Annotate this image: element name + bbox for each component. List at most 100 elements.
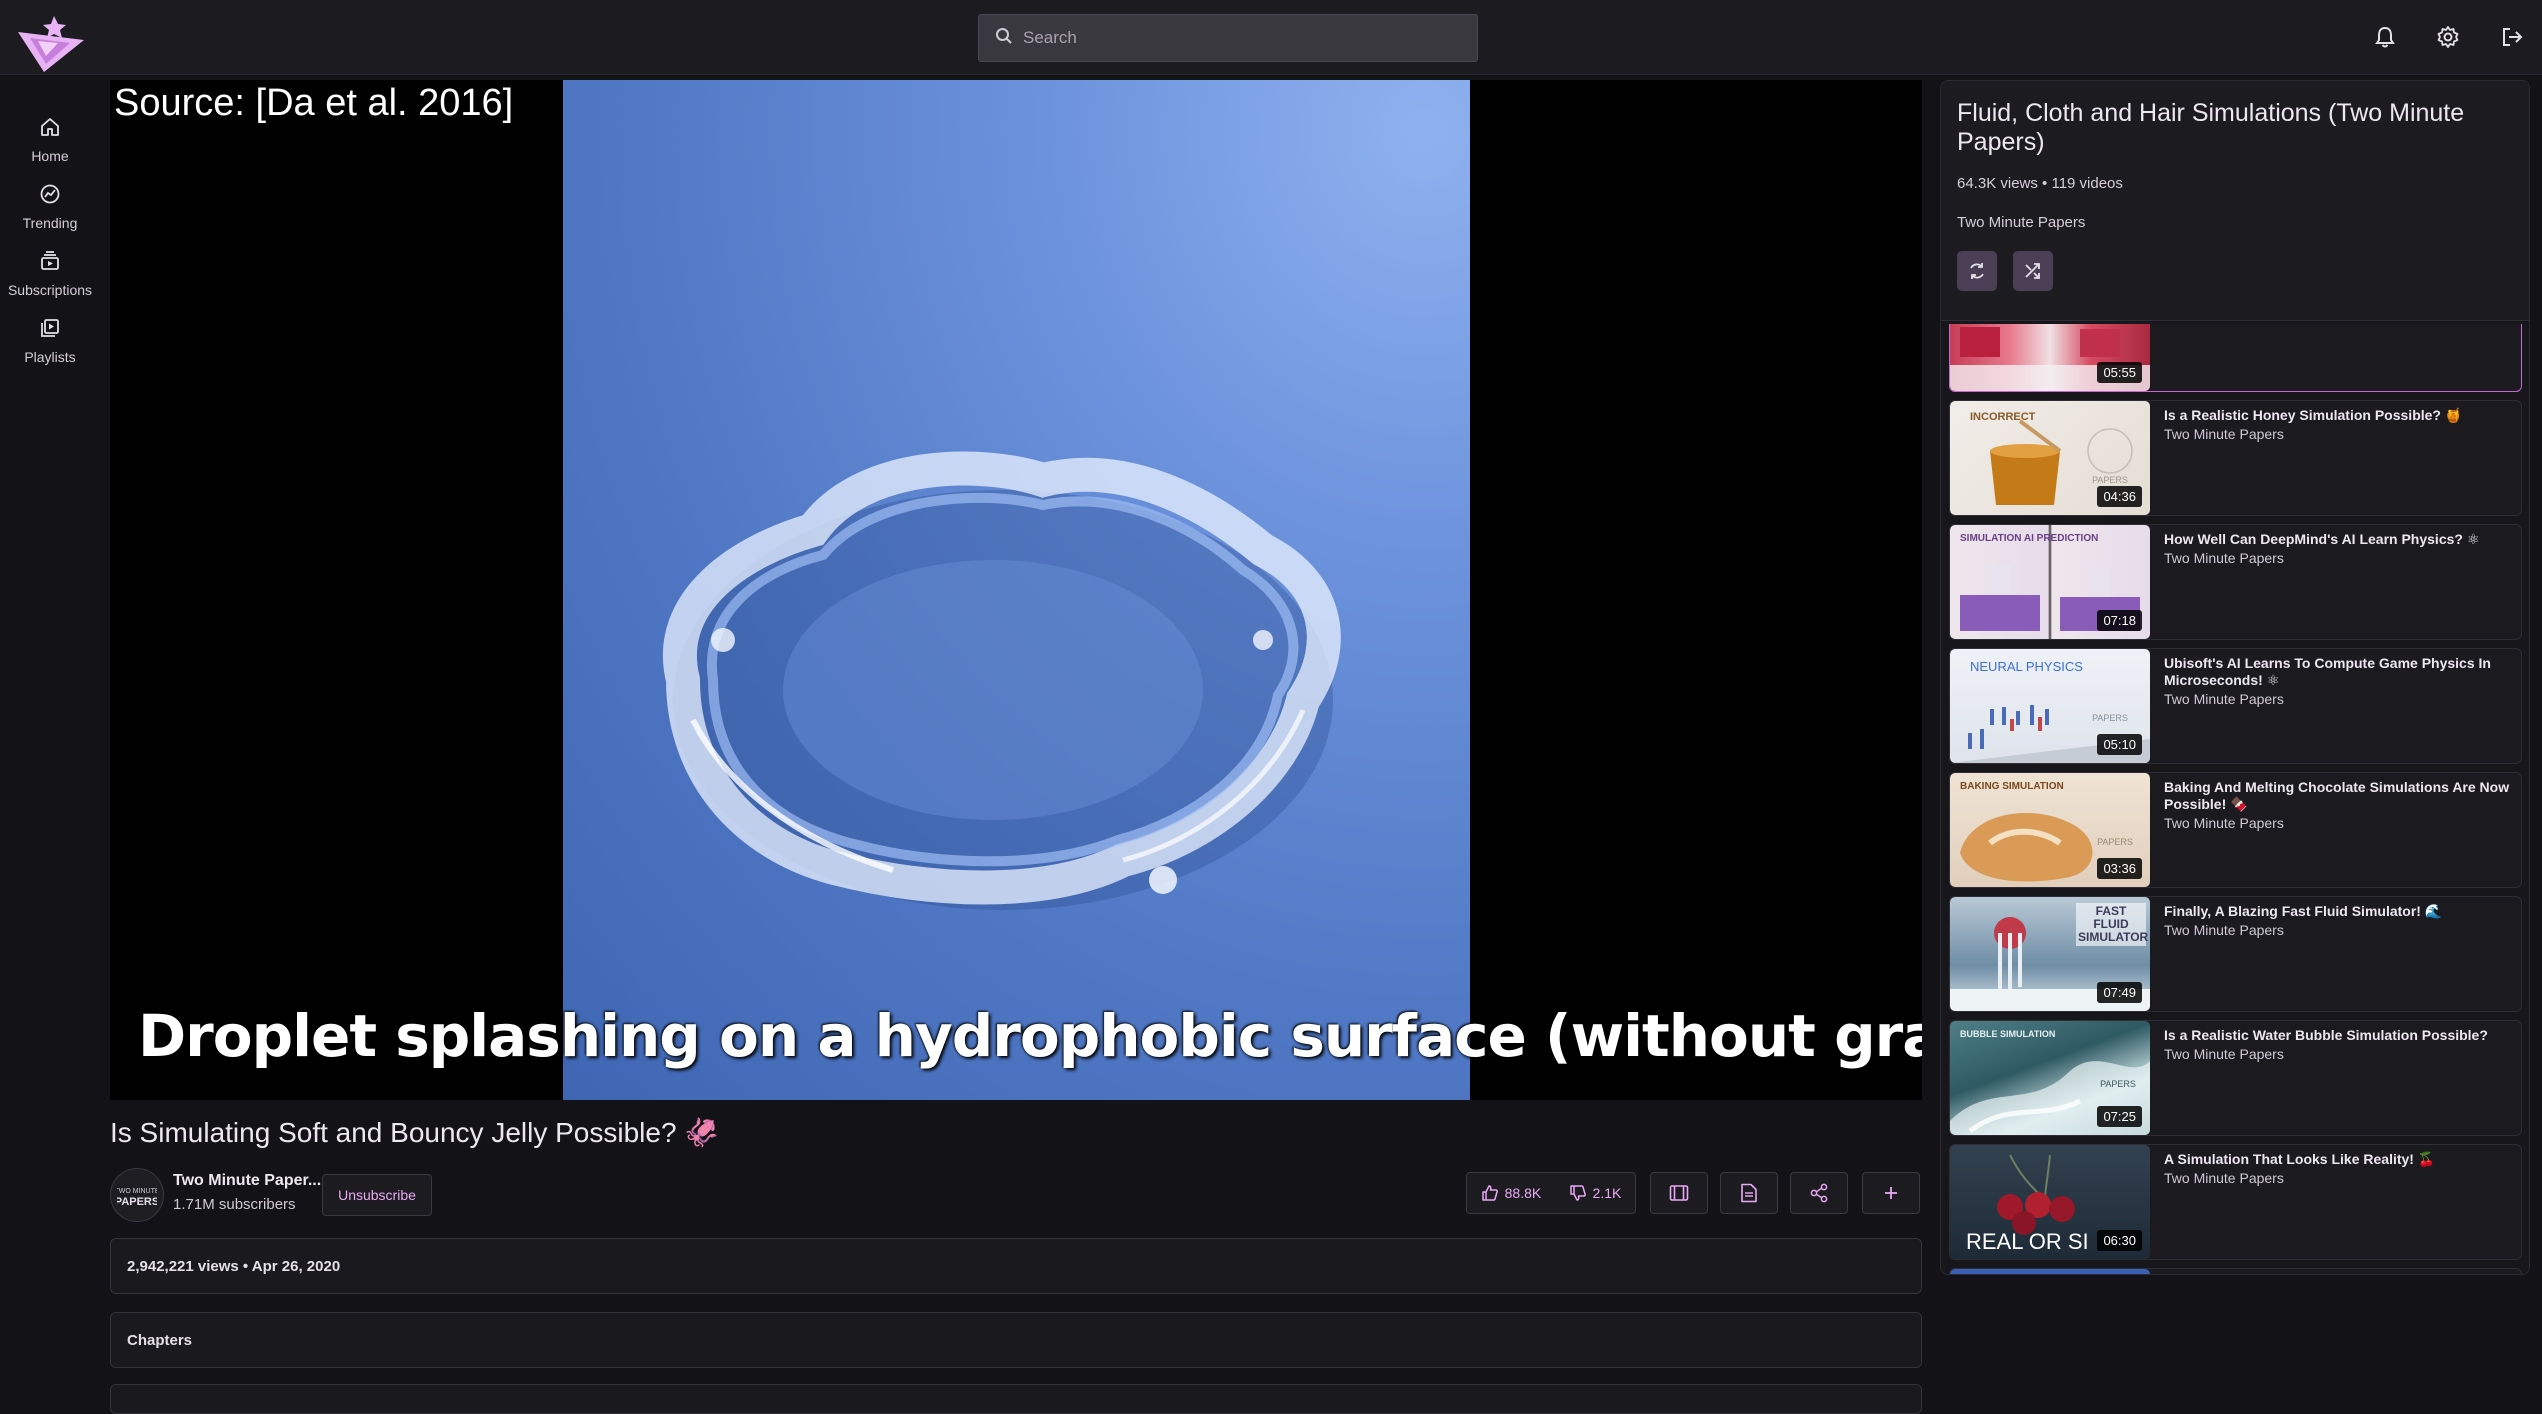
playlist-item[interactable]: BAKING SIMULATION PAPERS 03:36 Baking An… xyxy=(1949,772,2522,888)
thumbnail-label: NEURAL PHYSICS xyxy=(1970,659,2083,674)
nav-item-playlists[interactable]: Playlists xyxy=(0,317,100,377)
shuffle-button[interactable] xyxy=(2013,251,2053,291)
video-title: Is a Realistic Honey Simulation Possible… xyxy=(2164,407,2463,423)
plus-icon xyxy=(1885,1187,1897,1199)
video-duration: 03:36 xyxy=(2097,858,2142,879)
video-duration: 07:18 xyxy=(2097,610,2142,631)
video-channel: Two Minute Papers xyxy=(2164,426,2284,442)
video-title: Finally, A Blazing Fast Fluid Simulator!… xyxy=(2164,903,2443,919)
channel-name[interactable]: Two Minute Paper... xyxy=(173,1172,321,1190)
home-icon xyxy=(39,116,61,143)
channel-row: TWO MINUTEPAPERS Two Minute Paper... 1.7… xyxy=(110,1166,1922,1222)
thumbnail-label: REAL OR SI xyxy=(1966,1229,2089,1254)
video-thumbnail: BUBBLE SIMULATION PAPERS 07:25 xyxy=(1950,1021,2150,1135)
video-duration: 05:10 xyxy=(2097,734,2142,755)
document-icon xyxy=(1741,1183,1757,1203)
nav-label-playlists: Playlists xyxy=(24,349,76,365)
like-count: 88.8K xyxy=(1504,1185,1542,1201)
subscriptions-icon xyxy=(39,250,61,277)
video-duration: 04:36 xyxy=(2097,486,2142,507)
thumbs-down-icon xyxy=(1569,1185,1586,1201)
video-overlay-source: Source: [Da et al. 2016] xyxy=(114,82,514,124)
nav-item-trending[interactable]: Trending xyxy=(0,183,100,243)
playlist-item[interactable]: FAST FLUID SIMULATOR 07:49 Finally, A Bl… xyxy=(1949,896,2522,1012)
share-icon xyxy=(1810,1183,1828,1203)
loop-icon xyxy=(1970,263,1984,279)
video-title: How Well Can DeepMind's AI Learn Physics… xyxy=(2164,531,2480,547)
views-date: 2,942,221 views • Apr 26, 2020 xyxy=(127,1257,341,1275)
video-channel: Two Minute Papers xyxy=(2164,815,2284,831)
app-logo[interactable] xyxy=(14,14,86,74)
unsubscribe-button[interactable]: Unsubscribe xyxy=(322,1174,432,1216)
playlist-title[interactable]: Fluid, Cloth and Hair Simulations (Two M… xyxy=(1957,99,2497,157)
playlist-item[interactable]: REAL OR SI 06:30 A Simulation That Looks… xyxy=(1949,1144,2522,1260)
theater-mode-button[interactable] xyxy=(1650,1172,1708,1214)
playlist-item[interactable]: SIMULATION AI PREDICTION 07:18 How Well … xyxy=(1949,524,2522,640)
video-channel: Two Minute Papers xyxy=(2164,691,2284,707)
bell-icon[interactable] xyxy=(2370,22,2400,52)
video-channel: Two Minute Papers xyxy=(2164,1170,2284,1186)
video-thumbnail: FAST FLUID SIMULATOR 07:49 xyxy=(1950,897,2150,1011)
video-title: A Simulation That Looks Like Reality! 🍒 xyxy=(2164,1151,2436,1167)
nav-label-home: Home xyxy=(31,148,69,164)
loop-button[interactable] xyxy=(1957,251,1997,291)
video-duration: 07:49 xyxy=(2097,982,2142,1003)
video-thumbnail: 05:55 xyxy=(1950,324,2150,391)
playlist-item[interactable]: INCORRECT PAPERS 04:36 Is a Realistic Ho… xyxy=(1949,400,2522,516)
playlist-items: 05:55 INCORRECT PAPERS 04:36 Is a Realis… xyxy=(1941,324,2529,1274)
thumbnail-label: BAKING SIMULATION xyxy=(1960,781,2064,792)
playlist-item[interactable] xyxy=(1949,1268,2522,1274)
nav-label-trending: Trending xyxy=(22,215,78,231)
thumbnail-label: BUBBLE SIMULATION xyxy=(1960,1029,2056,1039)
dislike-button[interactable]: 2.1K xyxy=(1569,1184,1622,1202)
next-card xyxy=(110,1384,1922,1414)
video-title: Ubisoft's AI Learns To Compute Game Phys… xyxy=(2164,655,2491,688)
search-input[interactable] xyxy=(1023,28,1443,48)
video-player[interactable]: Source: [Da et al. 2016] Droplet splashi… xyxy=(110,80,1922,1100)
video-title: Baking And Melting Chocolate Simulations… xyxy=(2164,779,2510,812)
playlist-meta: 64.3K views • 119 videos xyxy=(1957,175,2123,192)
video-duration: 06:30 xyxy=(2097,1230,2142,1251)
svg-text:PAPERS: PAPERS xyxy=(117,1196,157,1208)
video-thumbnail: BAKING SIMULATION PAPERS 03:36 xyxy=(1950,773,2150,887)
nav-label-subscriptions: Subscriptions xyxy=(7,282,93,298)
playlist-item[interactable]: NEURAL PHYSICS PAPERS 05:10 Ubisoft's AI… xyxy=(1949,648,2522,764)
playlists-icon xyxy=(39,317,61,344)
shuffle-icon xyxy=(2025,263,2040,279)
video-duration: 07:25 xyxy=(2097,1106,2142,1127)
dislike-count: 2.1K xyxy=(1592,1185,1622,1201)
playlist-header: Fluid, Cloth and Hair Simulations (Two M… xyxy=(1941,81,2529,321)
thumbnail-label: FAST FLUID SIMULATOR xyxy=(2076,903,2149,946)
playlist-channel[interactable]: Two Minute Papers xyxy=(1957,214,2085,231)
gear-icon[interactable] xyxy=(2433,22,2463,52)
logout-icon[interactable] xyxy=(2497,22,2527,52)
top-bar xyxy=(0,0,2542,75)
video-thumbnail: NEURAL PHYSICS PAPERS 05:10 xyxy=(1950,649,2150,763)
thumbnail-label: SIMULATION AI PREDICTION xyxy=(1960,533,2099,544)
rating-group: 88.8K 2.1K xyxy=(1466,1172,1636,1214)
svg-text:PAPERS: PAPERS xyxy=(2097,837,2133,847)
svg-text:PAPERS: PAPERS xyxy=(2100,1079,2136,1089)
thumbnail-label: INCORRECT xyxy=(1970,411,2036,423)
like-button[interactable]: 88.8K xyxy=(1481,1184,1542,1202)
playlist-item-current[interactable]: 05:55 xyxy=(1949,324,2522,392)
share-button[interactable] xyxy=(1790,1172,1848,1214)
video-thumbnail xyxy=(1950,1269,2150,1274)
trending-icon xyxy=(39,183,61,210)
transcript-button[interactable] xyxy=(1720,1172,1778,1214)
video-duration: 05:55 xyxy=(2097,362,2142,383)
subscriber-count: 1.71M subscribers xyxy=(173,1196,296,1213)
channel-avatar[interactable]: TWO MINUTEPAPERS xyxy=(110,1168,164,1222)
add-to-playlist-button[interactable] xyxy=(1862,1172,1920,1214)
thumbs-up-icon xyxy=(1481,1185,1498,1201)
video-stats-card[interactable]: 2,942,221 views • Apr 26, 2020 xyxy=(110,1238,1922,1294)
video-thumbnail: SIMULATION AI PREDICTION 07:18 xyxy=(1950,525,2150,639)
search-bar[interactable] xyxy=(978,14,1478,62)
nav-item-home[interactable]: Home xyxy=(0,116,100,176)
svg-text:PAPERS: PAPERS xyxy=(2092,475,2128,485)
chapters-card[interactable]: Chapters xyxy=(110,1312,1922,1368)
nav-item-subscriptions[interactable]: Subscriptions xyxy=(0,250,100,310)
playlist-item[interactable]: BUBBLE SIMULATION PAPERS 07:25 Is a Real… xyxy=(1949,1020,2522,1136)
water-droplet-ring-image xyxy=(662,451,1341,910)
svg-text:PAPERS: PAPERS xyxy=(2092,713,2128,723)
